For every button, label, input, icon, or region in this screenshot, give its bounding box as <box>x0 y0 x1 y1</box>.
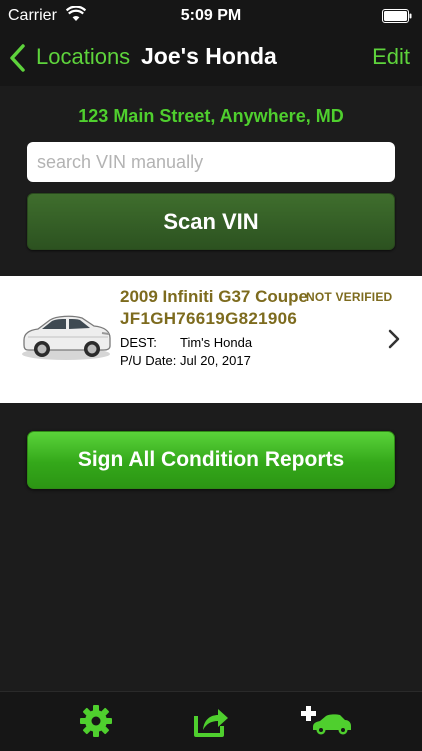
gear-icon[interactable] <box>79 704 113 738</box>
destination-value: Tim's Honda <box>180 335 253 350</box>
share-icon[interactable] <box>193 704 229 738</box>
destination-row: DEST: Tim's Honda <box>120 335 252 350</box>
page-title: Joe's Honda <box>141 43 277 69</box>
verification-status: NOT VERIFIED <box>306 290 393 304</box>
pickup-date-row: P/U Date: Jul 20, 2017 <box>120 353 251 368</box>
status-bar: Carrier 5:09 PM <box>0 0 422 32</box>
status-time: 5:09 PM <box>180 7 242 24</box>
car-image <box>22 315 111 360</box>
vehicle-list-item[interactable]: 2009 Infiniti G37 Coupe NOT VERIFIED JF1… <box>0 276 422 403</box>
chevron-left-icon[interactable] <box>8 43 26 73</box>
destination-label: DEST: <box>120 335 157 350</box>
back-button[interactable]: Locations <box>36 44 130 70</box>
vehicle-name: 2009 Infiniti G37 Coupe <box>120 287 308 306</box>
sign-all-reports-button[interactable]: Sign All Condition Reports <box>27 431 395 489</box>
add-car-icon[interactable] <box>301 706 351 736</box>
navigation-bar: Locations Joe's Honda Edit <box>0 32 422 86</box>
location-address: 123 Main Street, Anywhere, MD <box>78 106 344 126</box>
edit-button[interactable]: Edit <box>372 44 410 70</box>
chevron-right-icon <box>388 329 400 349</box>
pickup-date-value: Jul 20, 2017 <box>180 353 251 368</box>
battery-icon <box>382 9 412 23</box>
vehicle-vin: JF1GH76619G821906 <box>120 309 298 328</box>
tab-bar <box>0 691 422 751</box>
vin-search-input[interactable] <box>27 142 395 182</box>
scan-vin-button[interactable]: Scan VIN <box>27 193 395 250</box>
pickup-date-label: P/U Date: <box>120 353 177 368</box>
